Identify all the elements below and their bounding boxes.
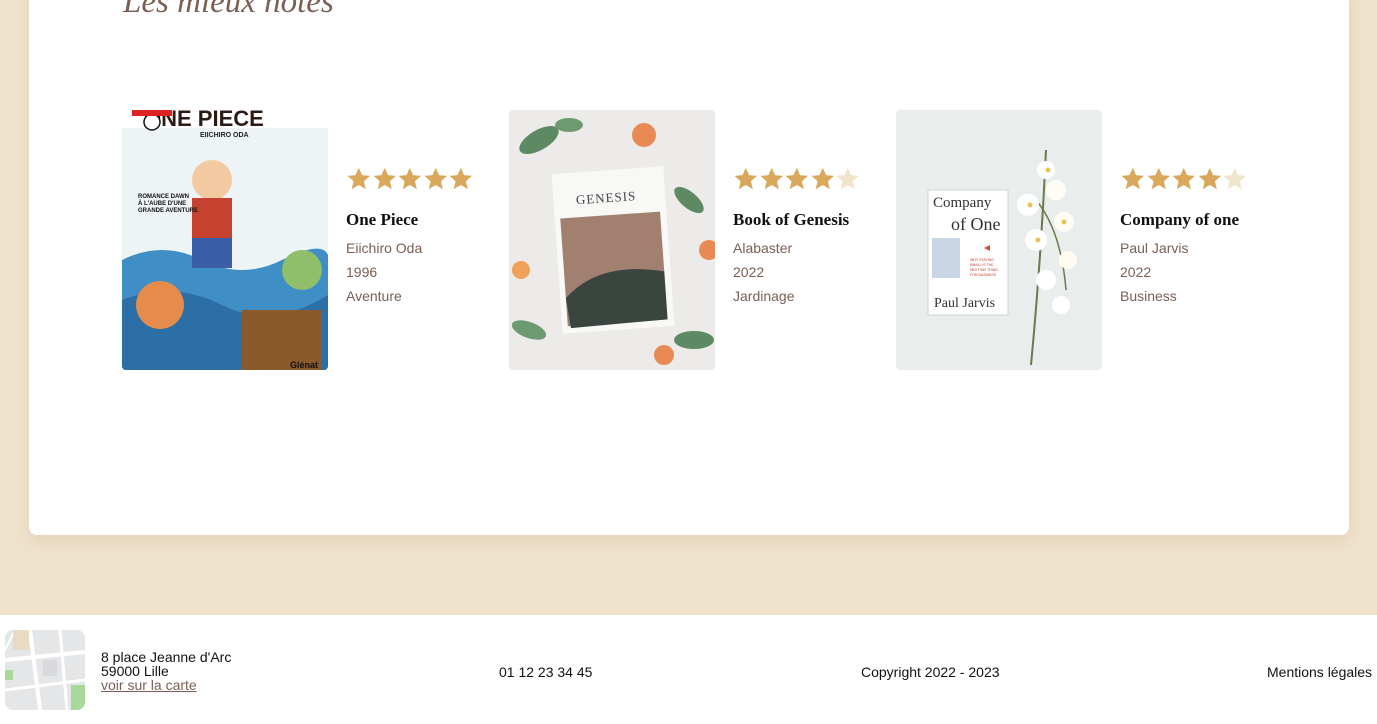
star-rating xyxy=(346,166,506,196)
book-info: One Piece Eiichiro Oda 1996 Aventure xyxy=(346,166,506,308)
copyright: Copyright 2022 - 2023 xyxy=(861,664,1000,680)
book-cover-one-piece[interactable]: ONE PIECE EIICHIRO ODA ROMANCE DAWN À L'… xyxy=(122,110,328,370)
svg-text:GRANDE AVENTURE: GRANDE AVENTURE xyxy=(138,208,198,214)
book-genre: Business xyxy=(1120,288,1177,304)
book-year: 2022 xyxy=(733,264,765,280)
star-empty-icon xyxy=(836,167,859,190)
address: 8 place Jeanne d'Arc 59000 Lille voir su… xyxy=(101,650,231,692)
star-filled-icon xyxy=(347,167,370,190)
star-filled-icon xyxy=(760,167,783,190)
book-info: Book of Genesis Alabaster 2022 Jardinage xyxy=(733,166,893,308)
footer: 8 place Jeanne d'Arc 59000 Lille voir su… xyxy=(0,615,1377,724)
star-filled-icon xyxy=(1121,167,1144,190)
book-title[interactable]: One Piece xyxy=(346,210,506,230)
svg-text:Paul Jarvis: Paul Jarvis xyxy=(934,296,995,311)
star-filled-icon xyxy=(785,167,808,190)
book-cover-company-of-one[interactable]: Company of One WHY STAYING SMALL IS THE … xyxy=(896,110,1102,370)
svg-text:Glénat: Glénat xyxy=(290,360,318,370)
star-filled-icon xyxy=(811,167,834,190)
address-line-1: 8 place Jeanne d'Arc xyxy=(101,649,232,665)
book-author: Paul Jarvis xyxy=(1120,240,1189,256)
star-filled-icon xyxy=(373,167,396,190)
book-cover-genesis[interactable]: GENESIS xyxy=(509,110,715,370)
book-title[interactable]: Book of Genesis xyxy=(733,210,893,230)
star-filled-icon xyxy=(734,167,757,190)
phone-number[interactable]: 01 12 23 34 45 xyxy=(499,664,592,680)
address-line-2: 59000 Lille xyxy=(101,663,169,679)
svg-text:À L'AUBE D'UNE: À L'AUBE D'UNE xyxy=(138,200,186,207)
legal-notice-link[interactable]: Mentions légales xyxy=(1267,664,1372,680)
star-filled-icon xyxy=(1147,167,1170,190)
star-rating xyxy=(1120,166,1280,196)
svg-text:Company: Company xyxy=(933,195,992,211)
book-author: Eiichiro Oda xyxy=(346,240,423,256)
book-genre: Aventure xyxy=(346,288,402,304)
star-empty-icon xyxy=(1223,167,1246,190)
svg-text:ROMANCE DAWN: ROMANCE DAWN xyxy=(138,194,189,200)
book-title[interactable]: Company of one xyxy=(1120,210,1280,230)
svg-text:of One: of One xyxy=(951,214,1000,234)
star-filled-icon xyxy=(398,167,421,190)
book-genre: Jardinage xyxy=(733,288,795,304)
map-thumbnail[interactable] xyxy=(5,630,85,710)
star-filled-icon xyxy=(424,167,447,190)
star-filled-icon xyxy=(1198,167,1221,190)
star-filled-icon xyxy=(449,167,472,190)
star-filled-icon xyxy=(1172,167,1195,190)
map-link[interactable]: voir sur la carte xyxy=(101,677,197,693)
svg-text:FOR BUSINESS: FOR BUSINESS xyxy=(970,273,997,277)
svg-text:WHY STAYING: WHY STAYING xyxy=(970,258,994,262)
cover-author: EIICHIRO ODA xyxy=(200,132,249,139)
svg-text:SMALL IS THE: SMALL IS THE xyxy=(970,263,994,267)
book-author: Alabaster xyxy=(733,240,793,256)
svg-text:NEXT BIG THING: NEXT BIG THING xyxy=(970,268,998,272)
book-year: 2022 xyxy=(1120,264,1152,280)
section-title: Les mieux notés xyxy=(123,0,334,20)
book-year: 1996 xyxy=(346,264,378,280)
star-rating xyxy=(733,166,893,196)
book-info: Company of one Paul Jarvis 2022 Business xyxy=(1120,166,1280,308)
